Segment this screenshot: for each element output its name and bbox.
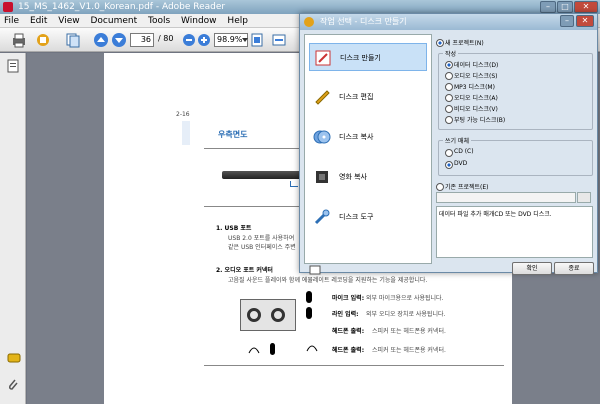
make-group: 작성 데이터 디스크(D) 오디오 디스크(S) MP3 디스크(M) 오디오 … bbox=[438, 49, 593, 130]
dialog-close-button[interactable]: ✕ bbox=[576, 15, 594, 27]
menu-edit[interactable]: Edit bbox=[26, 14, 51, 28]
window-titlebar: 15_MS_1462_V1.0_Korean.pdf - Adobe Reade… bbox=[0, 0, 600, 14]
menu-tools[interactable]: Tools bbox=[144, 14, 174, 28]
mic-label: 마이크 입력: bbox=[332, 295, 365, 302]
write-media-group: 쓰기 매체 CD (C) DVD bbox=[438, 136, 593, 176]
make-disc-icon bbox=[314, 49, 332, 67]
item1-line1: USB 2.0 포트를 사용하여 bbox=[228, 235, 295, 242]
dialog-title: 작업 선택 - 디스크 만들기 bbox=[320, 17, 407, 26]
task-make-disc[interactable]: 디스크 만들기 bbox=[309, 43, 427, 71]
mic-icon bbox=[270, 343, 275, 355]
laptop-side-image bbox=[222, 171, 302, 179]
side-tab bbox=[182, 121, 190, 145]
tools-icon bbox=[313, 208, 331, 226]
task-label: 디스크 편집 bbox=[339, 93, 374, 101]
description-box: 데이터 파일 추가 매개CD 또는 DVD 디스크. bbox=[436, 206, 593, 258]
write-group-title: 쓰기 매체 bbox=[443, 136, 471, 145]
email-icon[interactable] bbox=[34, 31, 52, 49]
menu-document[interactable]: Document bbox=[86, 14, 141, 28]
item1-line2: 같은 USB 인터페이스 주변 bbox=[228, 244, 296, 251]
comments-icon[interactable] bbox=[7, 353, 21, 368]
pages-panel-icon[interactable] bbox=[7, 59, 19, 76]
item1-title: 1. USB 포트 bbox=[216, 225, 252, 232]
close-button[interactable]: ✕ bbox=[574, 1, 598, 13]
headphone-icon bbox=[248, 345, 260, 358]
audio-cd-radio[interactable]: 오디오 디스크(A) bbox=[445, 93, 498, 102]
browse-button[interactable] bbox=[577, 192, 591, 203]
line-desc: 외부 오디오 장치로 사용됩니다. bbox=[366, 311, 446, 318]
headphone2-desc: 스피커 또는 헤드폰용 커넥터. bbox=[372, 347, 446, 354]
dvd-radio[interactable]: DVD bbox=[445, 160, 467, 169]
dialog-minimize-button[interactable]: – bbox=[560, 15, 574, 27]
movie-icon bbox=[313, 168, 331, 186]
task-label: 디스크 복사 bbox=[339, 133, 374, 141]
headphone2-label: 헤드폰 출력: bbox=[332, 347, 365, 354]
item2-line1: 고음질 사운드 플레이와 함께 에뮬레이트 레코딩을 지원하는 기능을 제공합니… bbox=[228, 277, 428, 284]
item2-title: 2. 오디오 포트 커넥터 bbox=[216, 267, 273, 274]
page-number-input[interactable]: 36 bbox=[130, 33, 154, 47]
adobe-reader-icon bbox=[3, 2, 13, 12]
maximize-button[interactable]: □ bbox=[557, 1, 573, 13]
task-label: 영화 복사 bbox=[339, 173, 367, 181]
existing-project-radio[interactable]: 기존 프로젝트(E) bbox=[436, 182, 489, 191]
fit-page-icon[interactable] bbox=[248, 31, 266, 49]
zoom-in-icon[interactable] bbox=[195, 31, 213, 49]
cd-radio[interactable]: CD (C) bbox=[445, 148, 474, 157]
page-up-icon[interactable] bbox=[92, 31, 110, 49]
attachments-icon[interactable] bbox=[7, 378, 19, 395]
fit-width-icon[interactable] bbox=[270, 31, 288, 49]
port-jack-1 bbox=[247, 308, 261, 322]
new-project-radio[interactable]: 새 프로젝트(N) bbox=[436, 38, 484, 47]
page-down-icon[interactable] bbox=[110, 31, 128, 49]
menu-file[interactable]: File bbox=[0, 14, 23, 28]
video-disc-radio[interactable]: 비디오 디스크(V) bbox=[445, 104, 498, 113]
page-total: / 80 bbox=[158, 34, 174, 43]
make-group-title: 작성 bbox=[443, 49, 459, 58]
task-label: 디스크 도구 bbox=[339, 213, 374, 221]
line-row-icon bbox=[306, 307, 312, 319]
task-edit-disc[interactable]: 디스크 편집 bbox=[309, 83, 427, 111]
task-sidebar: 디스크 만들기 디스크 편집 디스크 복사 영화 복사 디스크 도구 bbox=[304, 34, 432, 275]
section-title: 우측면도 bbox=[218, 130, 248, 139]
audio-ports-image bbox=[240, 299, 296, 331]
exit-button[interactable]: 종료 bbox=[554, 262, 594, 275]
bootable-disc-radio[interactable]: 부팅 가능 디스크(B) bbox=[445, 115, 505, 124]
existing-project-path[interactable] bbox=[436, 192, 576, 203]
copy-disc-icon bbox=[313, 128, 331, 146]
task-select-dialog: 작업 선택 - 디스크 만들기 – ✕ 디스크 만들기 디스크 편집 디스크 복… bbox=[299, 13, 598, 275]
pages-icon[interactable] bbox=[64, 31, 82, 49]
navigation-panel bbox=[0, 53, 26, 404]
options-pane: 새 프로젝트(N) 작성 데이터 디스크(D) 오디오 디스크(S) MP3 디… bbox=[434, 34, 595, 259]
headphone-desc: 스피커 또는 헤드폰용 커넥터. bbox=[372, 328, 446, 335]
ports-divider bbox=[204, 365, 504, 366]
task-copy-disc[interactable]: 디스크 복사 bbox=[309, 123, 427, 151]
dialog-titlebar: 작업 선택 - 디스크 만들기 – ✕ bbox=[300, 14, 597, 30]
window-title: 15_MS_1462_V1.0_Korean.pdf - Adobe Reade… bbox=[18, 2, 226, 12]
mp3-disc-radio[interactable]: MP3 디스크(M) bbox=[445, 82, 495, 91]
data-disc-radio[interactable]: 데이터 디스크(D) bbox=[445, 60, 498, 69]
menu-help[interactable]: Help bbox=[223, 14, 252, 28]
task-label: 디스크 만들기 bbox=[340, 54, 381, 62]
headphone-row-icon bbox=[306, 343, 318, 356]
menu-view[interactable]: View bbox=[54, 14, 83, 28]
disc-app-icon bbox=[304, 17, 314, 27]
minimize-button[interactable]: – bbox=[540, 1, 556, 13]
task-copy-movie[interactable]: 영화 복사 bbox=[309, 163, 427, 191]
mic-row-icon bbox=[306, 291, 312, 303]
page-number: 2-16 bbox=[176, 111, 190, 118]
headphone-label: 헤드폰 출력: bbox=[332, 328, 365, 335]
menu-window[interactable]: Window bbox=[177, 14, 221, 28]
port-jack-2 bbox=[271, 308, 285, 322]
edit-disc-icon bbox=[313, 88, 331, 106]
print-icon[interactable] bbox=[10, 31, 28, 49]
line-label: 라인 입력: bbox=[332, 311, 359, 318]
ok-button[interactable]: 확인 bbox=[512, 262, 552, 275]
audio-disc-radio[interactable]: 오디오 디스크(S) bbox=[445, 71, 498, 80]
callout-line bbox=[290, 181, 298, 187]
mic-desc: 외부 마이크용으로 사용됩니다. bbox=[366, 295, 444, 302]
task-disc-tools[interactable]: 디스크 도구 bbox=[309, 203, 427, 231]
settings-icon[interactable] bbox=[309, 265, 321, 275]
